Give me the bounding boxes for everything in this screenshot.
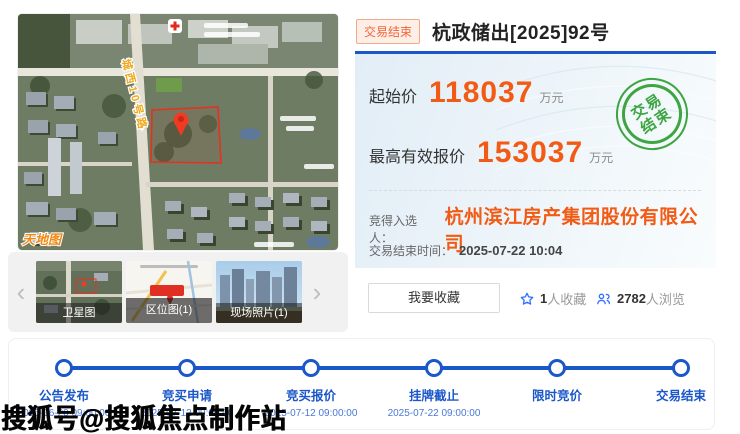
thumbnail-site-photo-label: 现场照片(1) <box>216 303 302 323</box>
timeline-step-announcement: 公告发布 2025-06-20 09:00:00 <box>0 385 134 419</box>
highest-bid-label: 最高有效报价 <box>369 143 465 167</box>
timeline-step-label: 交易结束 <box>611 385 740 404</box>
start-price-unit: 万元 <box>539 89 563 106</box>
start-price-label: 起始价 <box>369 83 417 107</box>
favorite-suffix: 人收藏 <box>547 289 586 308</box>
deal-closed-stamp: 交易 结束 <box>602 64 702 164</box>
views-suffix: 人浏览 <box>646 289 685 308</box>
favorite-count: 1 <box>540 291 547 306</box>
end-time-label: 交易结束时间： <box>369 242 453 259</box>
highest-bid-value: 153037 <box>477 136 583 170</box>
start-price-row: 起始价 118037 万元 <box>369 76 563 110</box>
timeline-step-date: 2025-07-12 09:00:00 <box>241 408 381 419</box>
timeline-step-deal-closed: 交易结束 <box>611 385 740 419</box>
timeline-node-3 <box>302 359 320 377</box>
timeline-node-6 <box>672 359 690 377</box>
status-badge: 交易结束 <box>356 19 420 44</box>
timeline-step-label: 竞买报价 <box>241 385 381 404</box>
end-time-value: 2025-07-22 10:04 <box>459 243 562 258</box>
timeline-step-label: 挂牌截止 <box>364 385 504 404</box>
dashed-divider <box>369 190 701 191</box>
map-provider-logo: 天地图 <box>22 232 63 247</box>
thumbnail-location-map[interactable]: 区位图(1) <box>126 261 212 323</box>
timeline-node-2 <box>178 359 196 377</box>
favorite-stat[interactable]: 1人收藏 <box>519 289 586 308</box>
page-title: 杭政储出[2025]92号 <box>432 18 610 45</box>
timeline-node-5 <box>548 359 566 377</box>
timeline-step-date: 2025-07-12 09:00:00 <box>117 408 257 419</box>
timeline-step-date: 2025-06-20 09:00:00 <box>0 408 134 419</box>
timeline-step-date <box>487 408 627 419</box>
thumbnail-location-map-label: 区位图(1) <box>126 298 212 323</box>
timeline-step-bidding: 竞买报价 2025-07-12 09:00:00 <box>241 385 381 419</box>
thumbnail-satellite-label: 卫星图 <box>36 303 122 323</box>
listing-header: 交易结束 杭政储出[2025]92号 <box>356 18 716 45</box>
favorite-button[interactable]: 我要收藏 <box>368 283 500 313</box>
viewers-icon <box>595 291 612 307</box>
carousel-prev-icon[interactable]: ‹ <box>8 252 34 332</box>
timeline-node-4 <box>425 359 443 377</box>
views-stat: 2782人浏览 <box>595 289 685 308</box>
highest-bid-row: 最高有效报价 153037 万元 <box>369 136 613 170</box>
timeline-step-listing-deadline: 挂牌截止 2025-07-22 09:00:00 <box>364 385 504 419</box>
timeline-step-label: 公告发布 <box>0 385 134 404</box>
hospital-icon <box>168 19 182 33</box>
timeline-step-date <box>611 408 740 419</box>
highest-bid-unit: 万元 <box>589 149 613 166</box>
end-time-row: 交易结束时间： 2025-07-22 10:04 <box>369 242 562 259</box>
timeline-line <box>64 366 681 370</box>
auction-timeline: 公告发布 2025-06-20 09:00:00 竞买申请 2025-07-12… <box>8 338 715 430</box>
thumbnail-carousel: ‹ 卫星图 <box>8 252 348 332</box>
price-info-panel: 起始价 118037 万元 最高有效报价 153037 万元 交易 结束 竞得入… <box>355 54 716 268</box>
views-count: 2782 <box>617 291 646 306</box>
timeline-step-timed-auction: 限时竞价 <box>487 385 627 419</box>
thumbnail-satellite[interactable]: 卫星图 <box>36 261 122 323</box>
timeline-step-label: 限时竞价 <box>487 385 627 404</box>
carousel-next-icon[interactable]: › <box>304 252 330 332</box>
timeline-node-1 <box>55 359 73 377</box>
start-price-value: 118037 <box>429 76 533 110</box>
satellite-map-image: 城西10号路 天地图 <box>18 14 338 250</box>
star-icon <box>519 291 535 307</box>
timeline-step-date: 2025-07-22 09:00:00 <box>364 408 504 419</box>
timeline-step-label: 竞买申请 <box>117 385 257 404</box>
satellite-map[interactable]: 城西10号路 天地图 <box>18 14 338 250</box>
thumbnail-site-photo[interactable]: 现场照片(1) <box>216 261 302 323</box>
timeline-step-application: 竞买申请 2025-07-12 09:00:00 <box>117 385 257 419</box>
land-auction-page: 城西10号路 天地图 ‹ <box>0 0 740 434</box>
winner-label: 竞得入选人： <box>369 212 441 246</box>
